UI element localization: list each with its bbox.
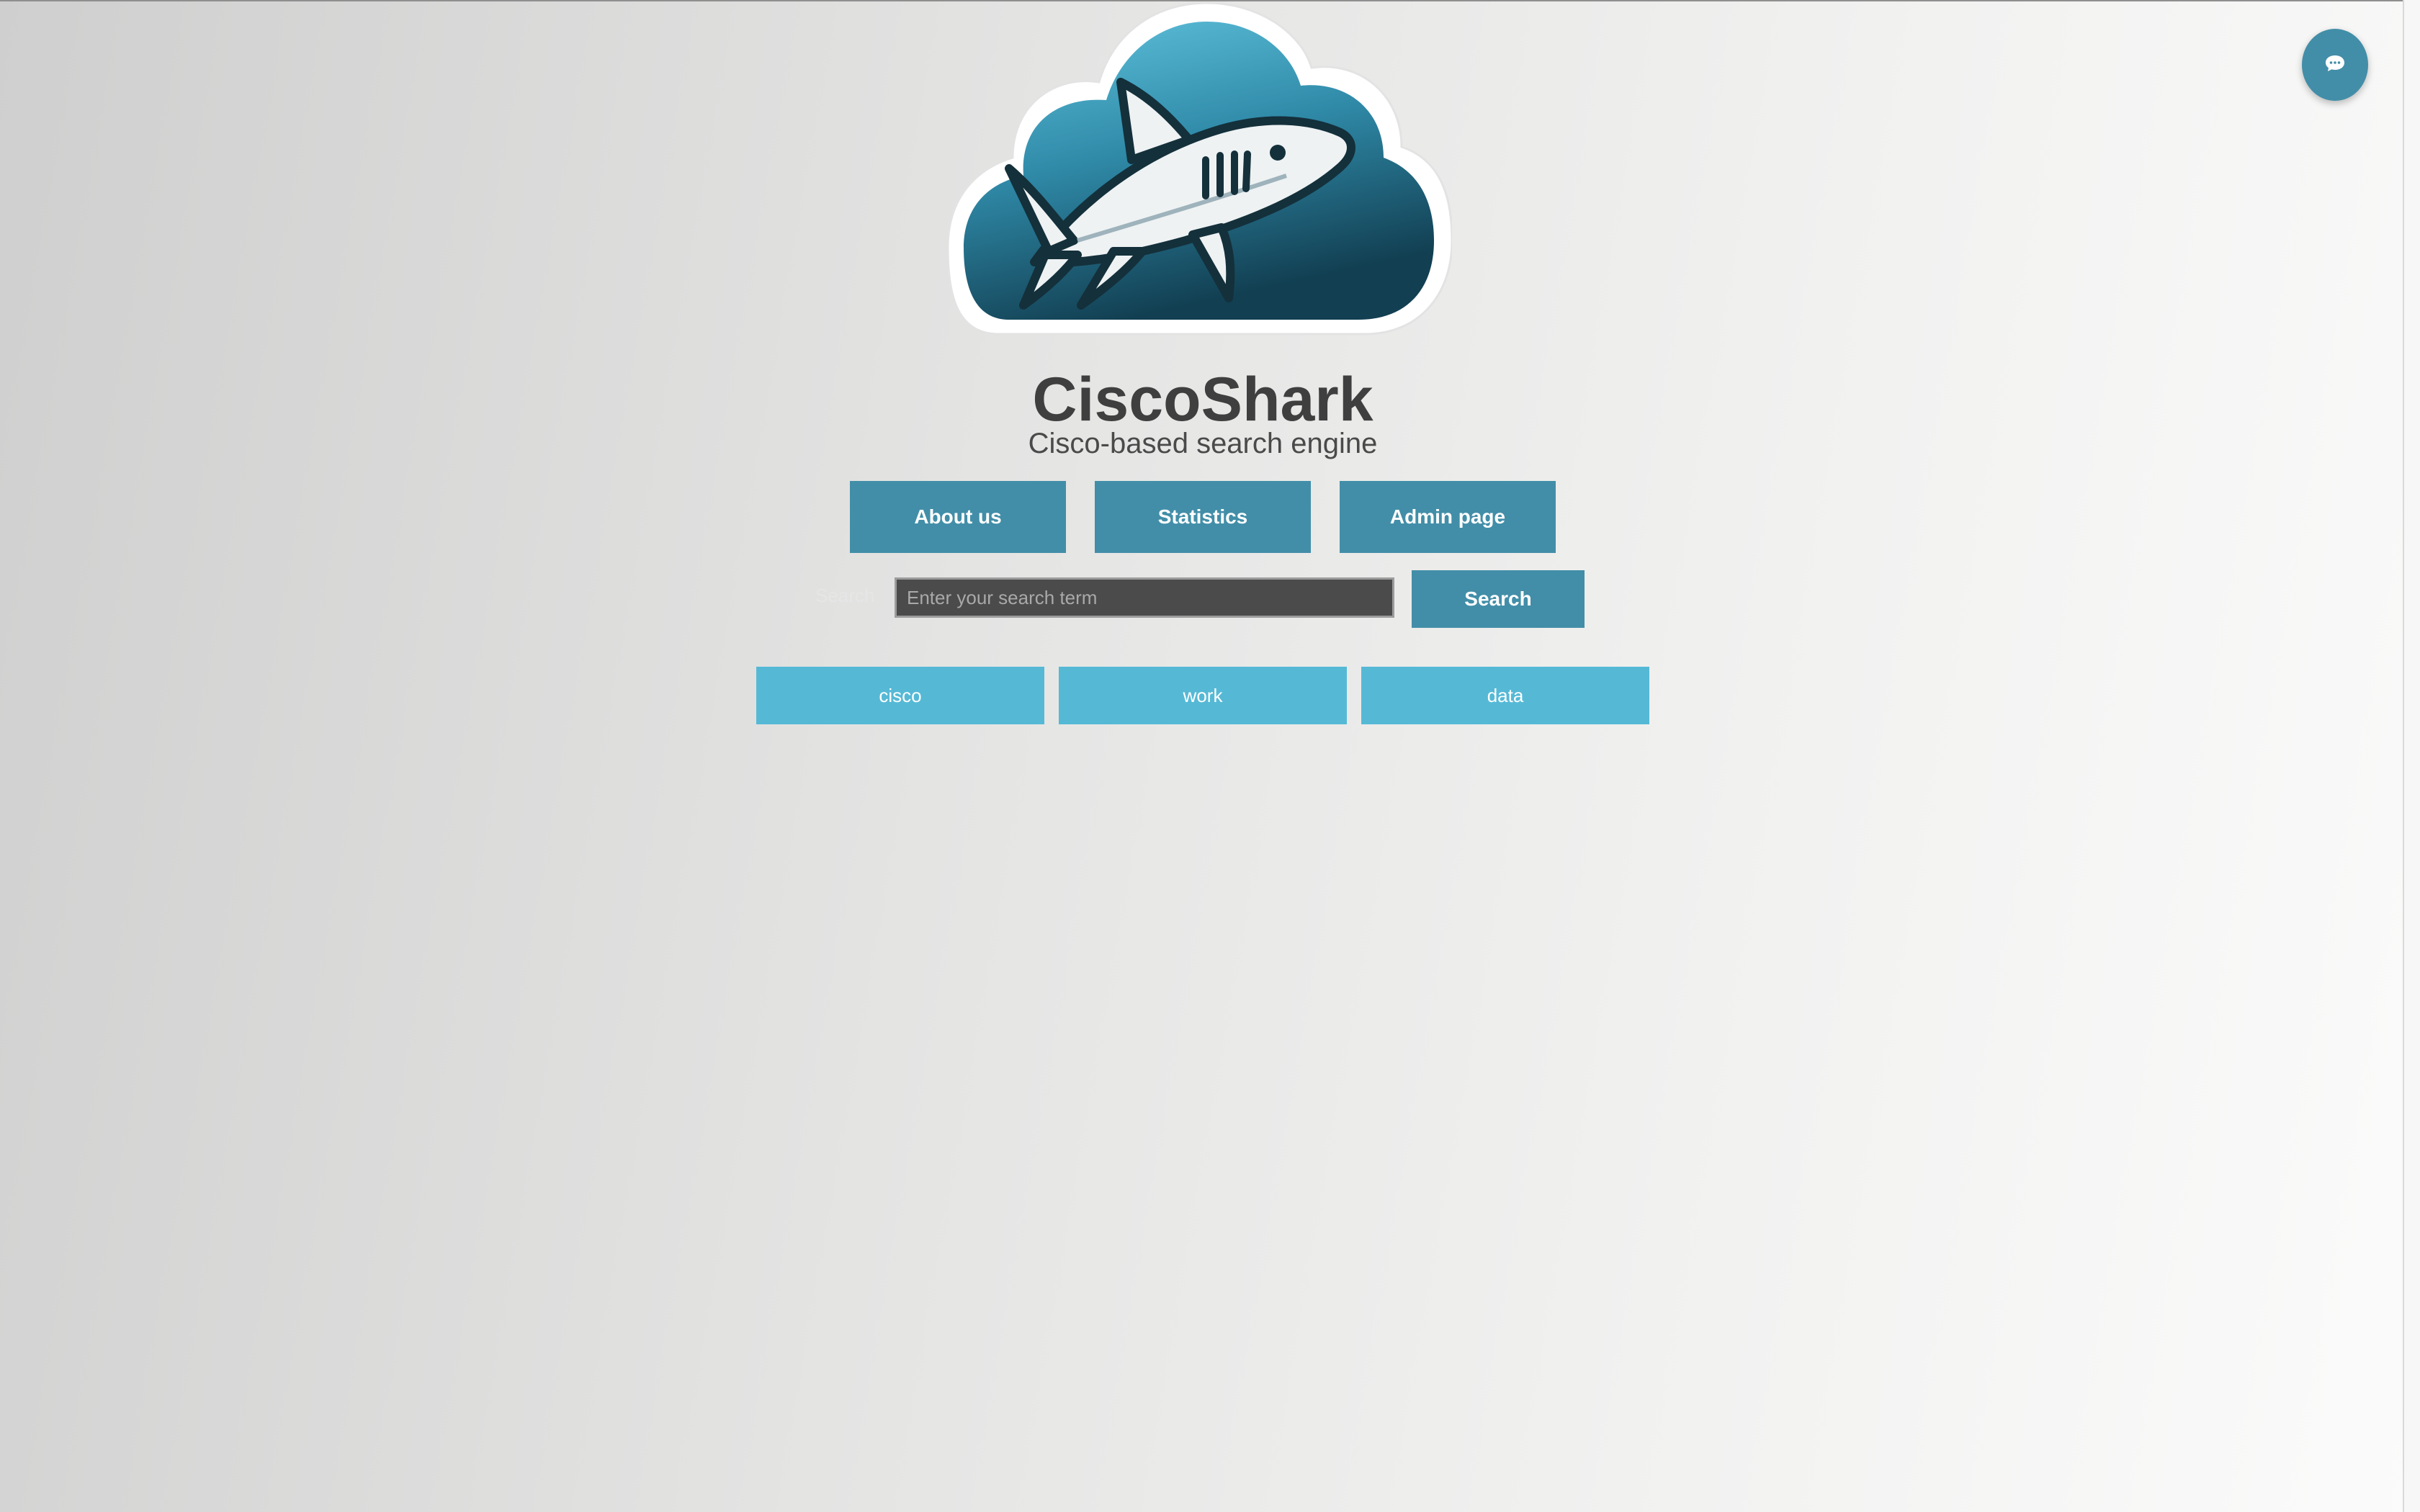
admin-page-button[interactable]: Admin page [1340,481,1556,553]
top-border [0,0,2420,1]
chat-bubble-icon [2324,54,2346,76]
tag-button-cisco[interactable]: cisco [756,667,1044,724]
search-label: Search [815,585,875,606]
app-subtitle: Cisco-based search engine [1028,428,1378,459]
tag-button-data[interactable]: data [1361,667,1649,724]
app-title: CiscoShark [1032,365,1373,434]
vertical-scrollbar[interactable] [2403,0,2420,1512]
tag-button-work[interactable]: work [1059,667,1347,724]
search-button[interactable]: Search [1412,570,1585,628]
about-us-button[interactable]: About us [850,481,1066,553]
chat-button[interactable] [2302,29,2368,101]
statistics-button[interactable]: Statistics [1095,481,1311,553]
cloud-shark-logo [946,1,1453,343]
search-input[interactable] [895,577,1394,618]
